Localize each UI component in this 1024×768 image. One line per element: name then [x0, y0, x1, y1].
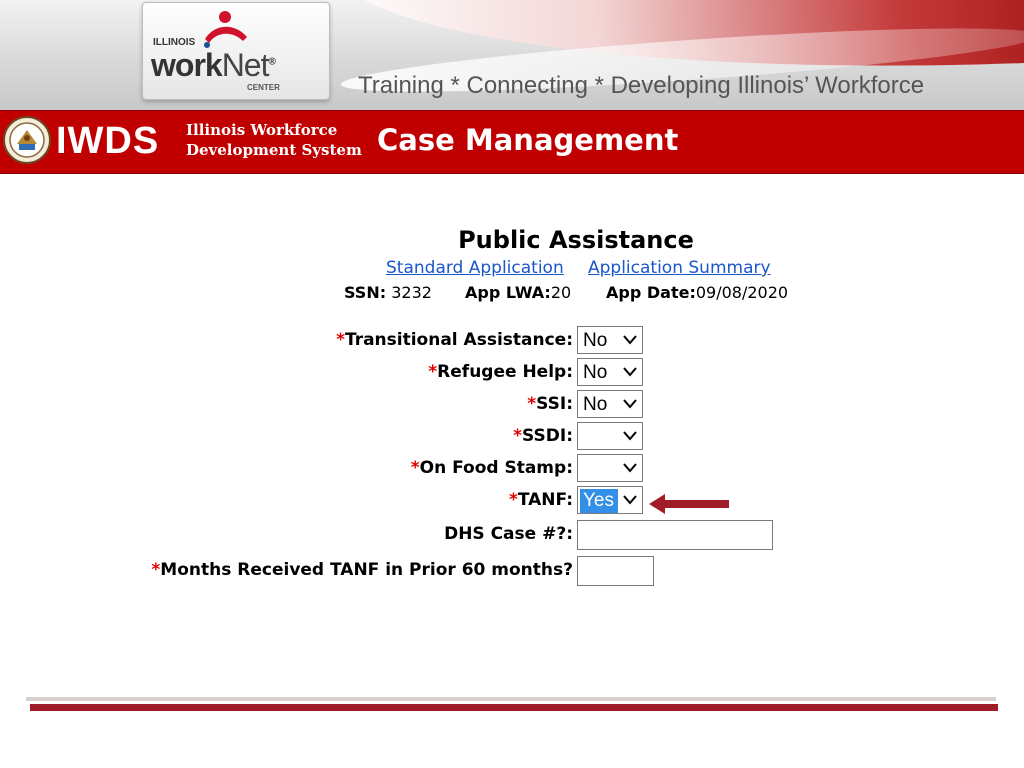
food-stamp-label: *On Food Stamp: [410, 458, 573, 478]
app-date-label: App Date: [606, 283, 696, 302]
dhs-case-input[interactable] [577, 520, 773, 550]
transitional-assistance-row: *Transitional Assistance: No [0, 326, 1024, 354]
food-stamp-row: *On Food Stamp: [0, 454, 1024, 482]
system-name-line2: Development System [186, 141, 362, 159]
footer-divider-light [26, 697, 996, 701]
required-marker: * [527, 394, 537, 414]
transitional-assistance-label: *Transitional Assistance: [336, 330, 573, 350]
footer-divider-red [30, 704, 998, 711]
ssi-label: *SSI: [527, 394, 573, 414]
required-marker: * [410, 458, 420, 478]
ssdi-row: *SSDI: [0, 422, 1024, 450]
months-tanf-input[interactable] [577, 556, 654, 586]
select-value: No [583, 330, 608, 351]
transitional-assistance-select[interactable]: No [577, 326, 643, 354]
refugee-help-select[interactable]: No [577, 358, 643, 386]
dhs-case-row: DHS Case #?: [0, 520, 1024, 550]
ssn-info: SSN: 3232 [344, 283, 432, 302]
logo-net-text: Net [221, 47, 270, 83]
chevron-down-icon [623, 399, 637, 409]
banner-tagline: Training * Connecting * Developing Illin… [358, 72, 925, 99]
chevron-down-icon [623, 495, 637, 505]
required-marker: * [513, 426, 523, 446]
arrow-left-icon [649, 494, 729, 514]
system-bar: IWDS Illinois Workforce Development Syst… [0, 110, 1024, 174]
system-name-line1: Illinois Workforce [186, 121, 338, 139]
ssdi-select[interactable] [577, 422, 643, 450]
required-marker: * [336, 330, 345, 350]
ssn-value: 3232 [391, 283, 432, 302]
logo-work-text: work [151, 47, 223, 83]
required-marker: * [508, 490, 518, 510]
dhs-case-label: DHS Case #?: [444, 524, 573, 544]
module-title: Case Management [377, 123, 679, 157]
app-date-value: 09/08/2020 [695, 283, 789, 302]
months-tanf-label: *Months Received TANF in Prior 60 months… [151, 560, 573, 580]
months-tanf-row: *Months Received TANF in Prior 60 months… [0, 556, 1024, 586]
tanf-row: *TANF: Yes [0, 486, 1024, 514]
logo-trademark: ® [268, 56, 275, 68]
chevron-down-icon [623, 367, 637, 377]
refugee-help-row: *Refugee Help: No [0, 358, 1024, 386]
application-summary-link[interactable]: Application Summary [588, 258, 771, 278]
logo-center-text: CENTER [247, 83, 280, 92]
required-marker: * [151, 560, 161, 580]
chevron-down-icon [623, 463, 637, 473]
worknet-logo[interactable]: ILLINOIS workNet® CENTER [142, 2, 330, 100]
illinois-seal-icon [3, 116, 51, 164]
chevron-down-icon [623, 431, 637, 441]
ssi-select[interactable]: No [577, 390, 643, 418]
lwa-label: App LWA: [465, 283, 551, 302]
chevron-down-icon [623, 335, 637, 345]
app-date-info: App Date:09/08/2020 [606, 283, 788, 302]
ssdi-label: *SSDI: [513, 426, 573, 446]
select-value: No [583, 362, 608, 383]
tanf-select[interactable]: Yes [577, 486, 643, 514]
tanf-label: *TANF: [508, 490, 573, 510]
top-banner: ILLINOIS workNet® CENTER Training * Conn… [0, 0, 1024, 110]
ssi-row: *SSI: No [0, 390, 1024, 418]
system-acronym: IWDS [56, 120, 160, 162]
refugee-help-label: *Refugee Help: [428, 362, 573, 382]
ssn-label: SSN: [344, 283, 387, 302]
food-stamp-select[interactable] [577, 454, 643, 482]
system-full-name: Illinois Workforce Development System [186, 120, 362, 160]
select-value: Yes [580, 489, 618, 513]
lwa-value: 20 [550, 283, 572, 302]
required-marker: * [428, 362, 438, 382]
logo-wordmark: workNet® [151, 47, 276, 84]
lwa-info: App LWA:20 [465, 283, 571, 302]
page-title: Public Assistance [458, 226, 694, 254]
select-value: No [583, 394, 608, 415]
standard-application-link[interactable]: Standard Application [386, 258, 564, 278]
